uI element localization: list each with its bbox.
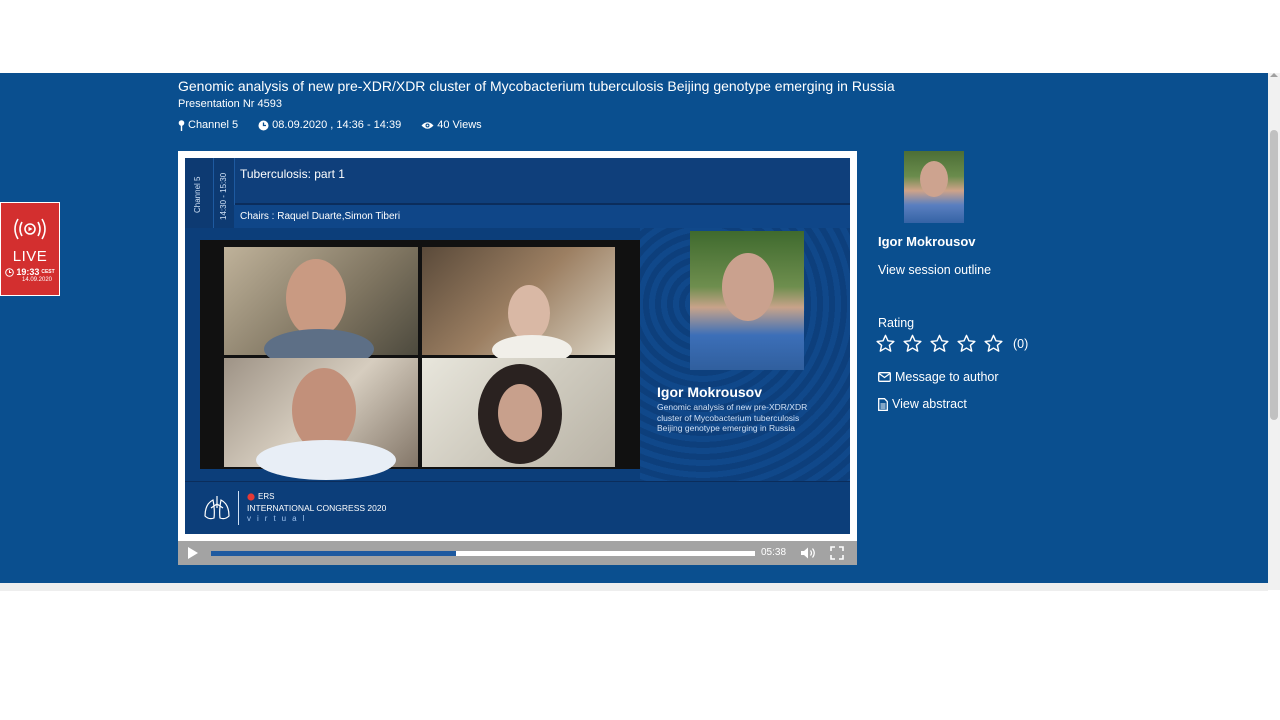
video-player[interactable]: Channel 5 14:30 - 15:30 Tuberculosis: pa… [178, 151, 857, 565]
ers-label: ERS [247, 492, 274, 501]
slide-session-title: Tuberculosis: part 1 [240, 167, 345, 181]
star-icon[interactable] [930, 334, 949, 353]
slide-speaker-name: Igor Mokrousov [657, 384, 763, 400]
fullscreen-icon[interactable] [830, 546, 844, 560]
scrollbar[interactable] [1268, 73, 1280, 590]
live-timezone: CEST [41, 269, 55, 275]
congress-name: INTERNATIONAL CONGRESS 2020 [247, 503, 387, 513]
slide-time-column: 14:30 - 15:30 [214, 158, 235, 228]
slide-header [185, 158, 850, 205]
live-label: LIVE [12, 248, 48, 265]
rating-stars: (0) [876, 334, 1028, 353]
play-icon[interactable] [188, 547, 198, 559]
meta-channel: Channel 5 [178, 119, 238, 131]
lungs-logo-icon [204, 496, 230, 520]
speaker-video [690, 231, 804, 370]
participant-tile [422, 358, 615, 467]
footer-divider [238, 491, 239, 525]
live-time: 19:33 CEST [1, 267, 59, 277]
slide-speaker-description: Genomic analysis of new pre-XDR/XDR clus… [657, 402, 808, 433]
star-icon[interactable] [984, 334, 1003, 353]
meta-views-text: 40 Views [437, 119, 482, 131]
live-widget[interactable]: LIVE 19:33 CEST 14.09.2020 [0, 202, 60, 296]
presentation-meta: Channel 5 08.09.2020 , 14:36 - 14:39 40 … [178, 119, 482, 131]
ers-text: ERS [258, 492, 275, 501]
map-pin-icon [178, 119, 185, 131]
meta-channel-text: Channel 5 [188, 119, 239, 131]
presentation-number: Presentation Nr 4593 [178, 98, 282, 110]
participant-tile [224, 247, 418, 369]
video-frame[interactable]: Channel 5 14:30 - 15:30 Tuberculosis: pa… [185, 158, 850, 534]
volume-icon[interactable] [800, 546, 816, 560]
star-icon[interactable] [876, 334, 895, 353]
progress-bar[interactable] [211, 551, 755, 556]
meta-datetime: 08.09.2020 , 14:36 - 14:39 [258, 119, 401, 131]
slide-time-range: 14:30 - 15:30 [219, 172, 228, 220]
view-abstract-text: View abstract [892, 397, 967, 411]
slide-channel: Channel 5 [193, 176, 202, 213]
progress-fill [211, 551, 456, 556]
author-name: Igor Mokrousov [878, 234, 976, 249]
rating-label: Rating [878, 316, 915, 330]
star-icon[interactable] [903, 334, 922, 353]
eye-icon [421, 121, 434, 129]
author-avatar [904, 151, 964, 223]
star-icon[interactable] [957, 334, 976, 353]
scrollbar-thumb[interactable] [1270, 130, 1278, 420]
clock-icon [5, 267, 15, 277]
clock-icon [258, 120, 269, 130]
participant-tile [422, 247, 615, 365]
ers-dot-icon [247, 492, 255, 501]
live-date: 14.09.2020 [21, 277, 53, 283]
current-time: 05:38 [761, 547, 787, 558]
rating-count: (0) [1013, 336, 1029, 351]
view-abstract-link[interactable]: View abstract [878, 397, 967, 411]
meta-views: 40 Views [421, 119, 482, 131]
slide-chairs: Chairs : Raquel Duarte,Simon Tiberi [240, 211, 401, 222]
envelope-icon [878, 372, 891, 382]
player-controls: 05:38 [178, 541, 857, 565]
document-icon [878, 397, 888, 411]
participant-tile [224, 358, 418, 480]
message-author-text: Message to author [895, 370, 999, 384]
message-author-link[interactable]: Message to author [878, 370, 999, 384]
scroll-up-icon[interactable] [1270, 73, 1278, 77]
live-time-value: 19:33 [16, 267, 40, 277]
presentation-title: Genomic analysis of new pre-XDR/XDR clus… [178, 78, 895, 94]
slide-footer: ERS INTERNATIONAL CONGRESS 2020 virtual [185, 481, 850, 534]
broadcast-icon [14, 218, 46, 240]
congress-virtual: virtual [247, 514, 311, 523]
meta-datetime-text: 08.09.2020 , 14:36 - 14:39 [272, 119, 402, 131]
band-bottom-divider [0, 583, 1268, 591]
slide-channel-column: Channel 5 [185, 158, 214, 228]
video-call-grid [200, 240, 640, 480]
view-session-outline-link[interactable]: View session outline [878, 263, 991, 277]
